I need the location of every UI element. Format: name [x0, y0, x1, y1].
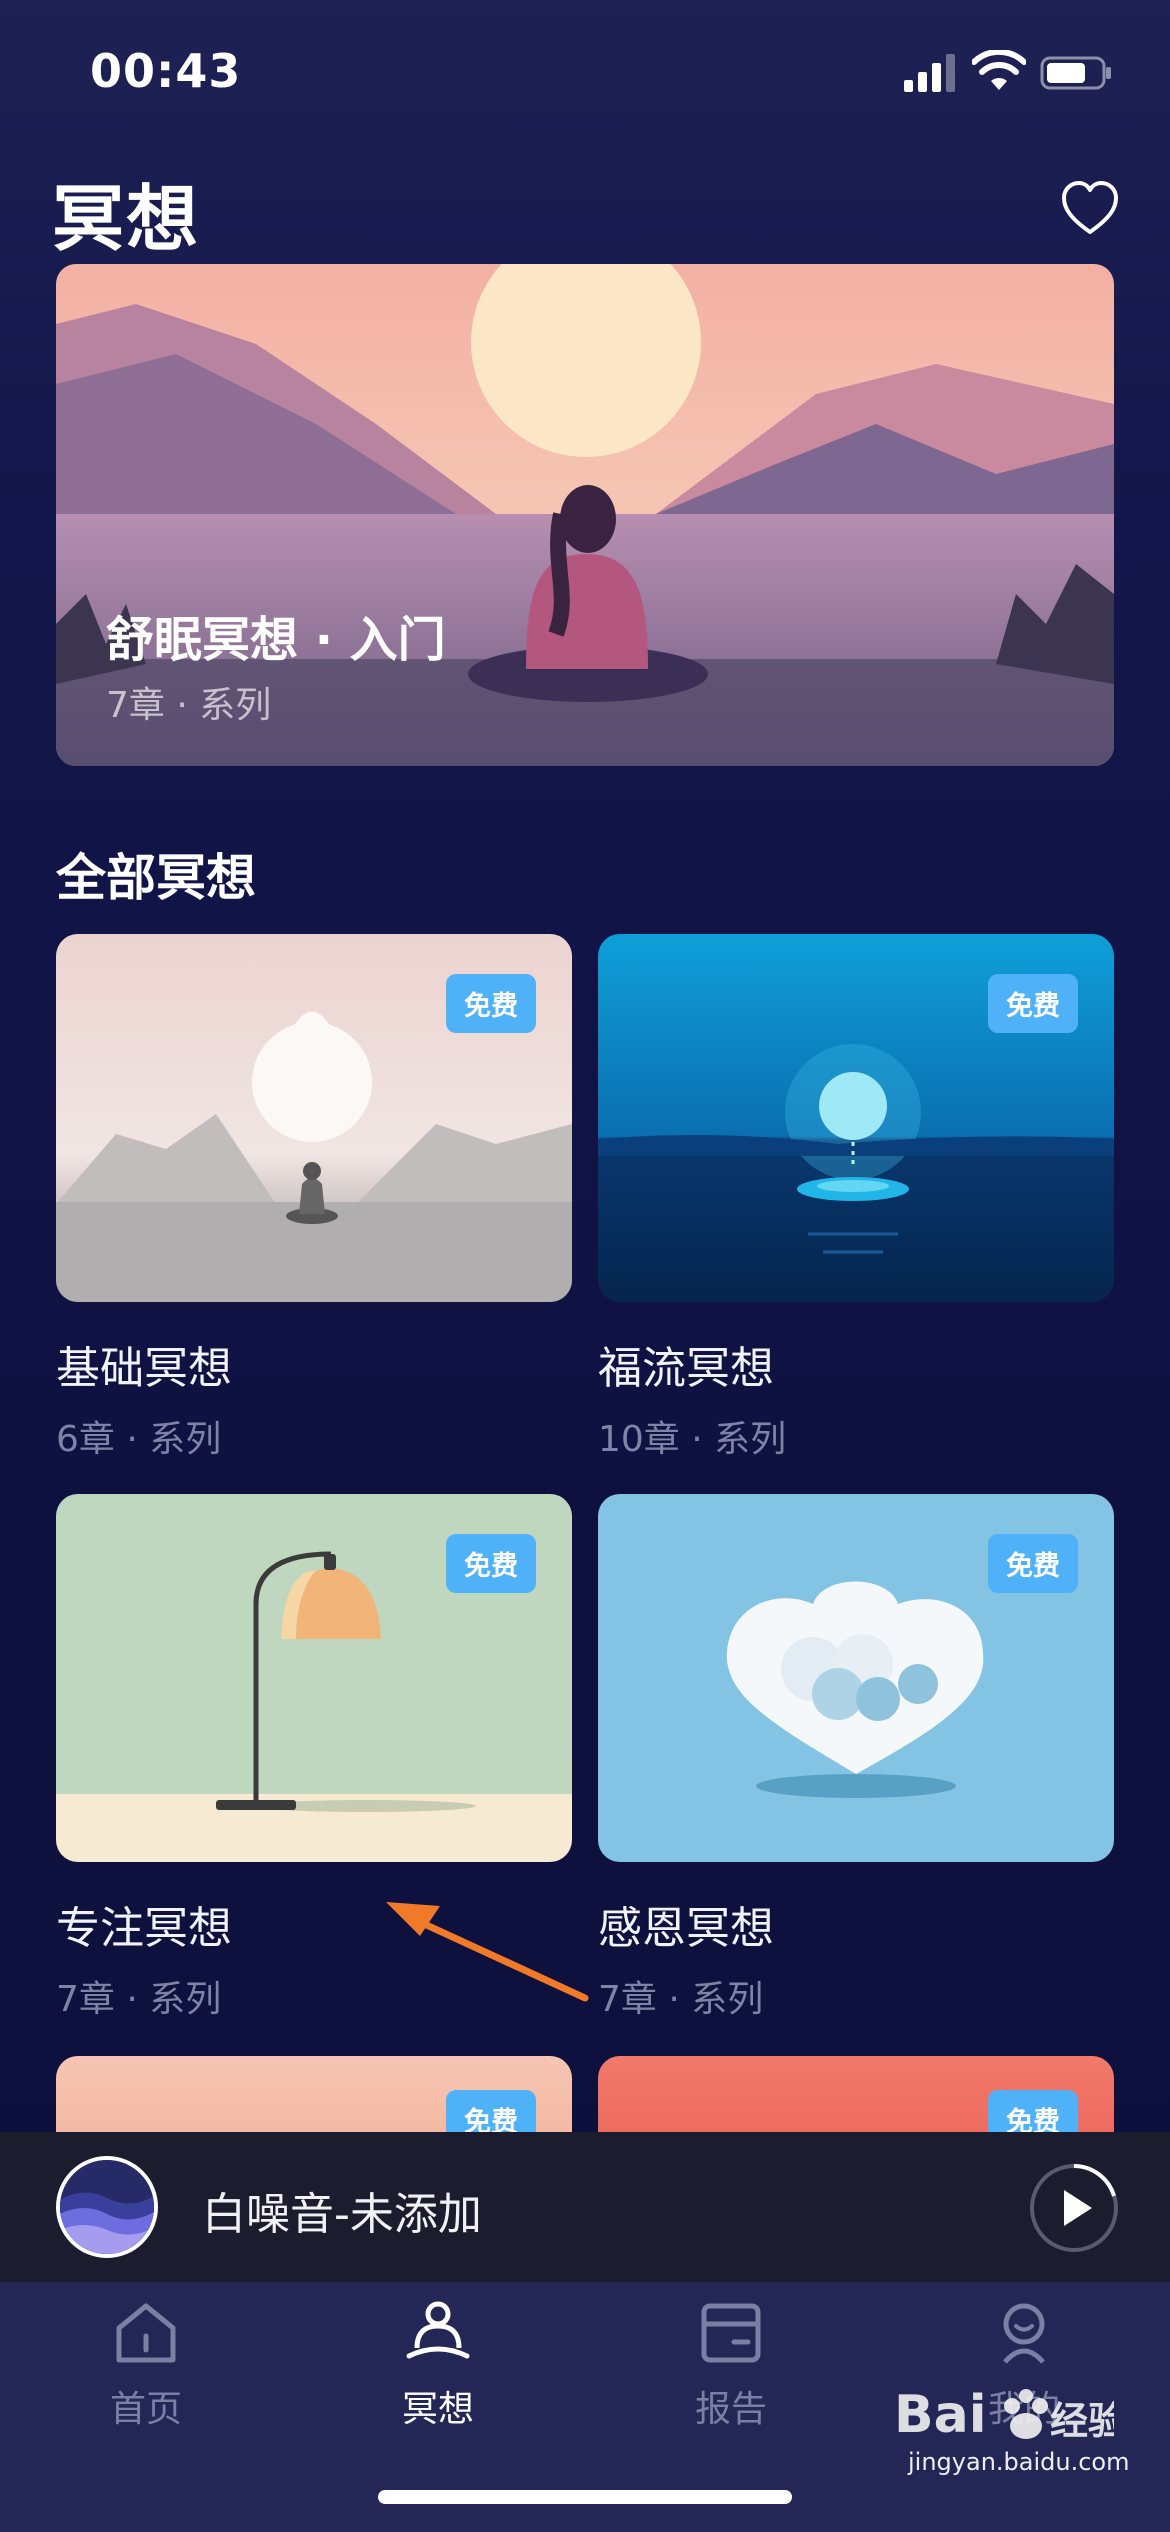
card-title: 基础冥想 — [56, 1343, 232, 1394]
mini-player[interactable]: 白噪音-未添加 — [0, 2132, 1170, 2282]
meditation-card-focus[interactable]: 免费 专注冥想 7章 · 系列 — [56, 1494, 572, 2022]
meditation-card-basic[interactable]: 免费 基础冥想 6章 · 系列 — [56, 934, 572, 1462]
meditation-card-partial[interactable]: 免费 — [598, 2056, 1114, 2136]
card-thumbnail: 免费 — [598, 1494, 1114, 1862]
card-title: 专注冥想 — [56, 1903, 232, 1954]
free-badge: 免费 — [988, 974, 1078, 1033]
card-meta: 7章 · 系列 — [56, 1979, 222, 2020]
tab-label: 首页 — [109, 2389, 182, 2430]
free-badge: 免费 — [446, 2090, 536, 2136]
home-indicator — [378, 2490, 792, 2504]
free-badge: 免费 — [988, 1534, 1078, 1593]
card-thumbnail: 免费 — [56, 934, 572, 1302]
tab-meditation[interactable]: 冥想 — [353, 2300, 523, 2432]
status-time: 00:43 — [90, 44, 242, 98]
heart-icon[interactable] — [1060, 180, 1120, 236]
wifi-icon — [972, 50, 1026, 90]
meditation-icon — [406, 2301, 470, 2359]
card-title: 福流冥想 — [598, 1343, 774, 1394]
status-bar: 00:43 — [0, 0, 1170, 150]
tab-report[interactable]: 报告 — [646, 2300, 816, 2432]
page-title: 冥想 — [52, 177, 201, 261]
tab-home[interactable]: 首页 — [61, 2300, 231, 2432]
card-meta: 10章 · 系列 — [598, 1419, 787, 1460]
card-thumbnail: 免费 — [598, 934, 1114, 1302]
profile-icon — [1003, 2303, 1045, 2364]
svg-text:Bai: Bai — [894, 2385, 987, 2445]
player-cover-art — [56, 2156, 158, 2258]
watermark-url: jingyan.baidu.com — [908, 2448, 1130, 2476]
cellular-signal-icon — [904, 54, 955, 92]
meditation-card-flow[interactable]: 免费 福流冥想 10章 · 系列 — [598, 934, 1114, 1462]
free-badge: 免费 — [988, 2090, 1078, 2136]
free-badge: 免费 — [446, 1534, 536, 1593]
report-icon — [701, 2303, 761, 2363]
featured-title: 舒眠冥想 · 入门 — [106, 612, 446, 668]
player-track-title: 白噪音-未添加 — [202, 2189, 482, 2240]
card-thumbnail: 免费 — [56, 1494, 572, 1862]
meditation-card-gratitude[interactable]: 免费 感恩冥想 7章 · 系列 — [598, 1494, 1114, 2022]
tab-label: 冥想 — [401, 2389, 474, 2430]
svg-text:经验: 经验 — [1050, 2399, 1114, 2443]
home-icon — [116, 2303, 176, 2363]
battery-icon — [1040, 56, 1111, 90]
tab-label: 报告 — [694, 2389, 767, 2430]
card-meta: 6章 · 系列 — [56, 1419, 222, 1460]
section-title: 全部冥想 — [56, 849, 256, 907]
play-icon[interactable] — [1028, 2162, 1120, 2254]
featured-meta: 7章 · 系列 — [106, 685, 272, 726]
meditation-card-partial[interactable]: 免费 — [56, 2056, 572, 2136]
card-meta: 7章 · 系列 — [598, 1979, 764, 2020]
free-badge: 免费 — [446, 974, 536, 1033]
watermark-logo: Bai 经验 — [894, 2385, 1114, 2445]
featured-banner[interactable]: 舒眠冥想 · 入门 7章 · 系列 — [56, 264, 1114, 766]
card-title: 感恩冥想 — [598, 1903, 774, 1954]
